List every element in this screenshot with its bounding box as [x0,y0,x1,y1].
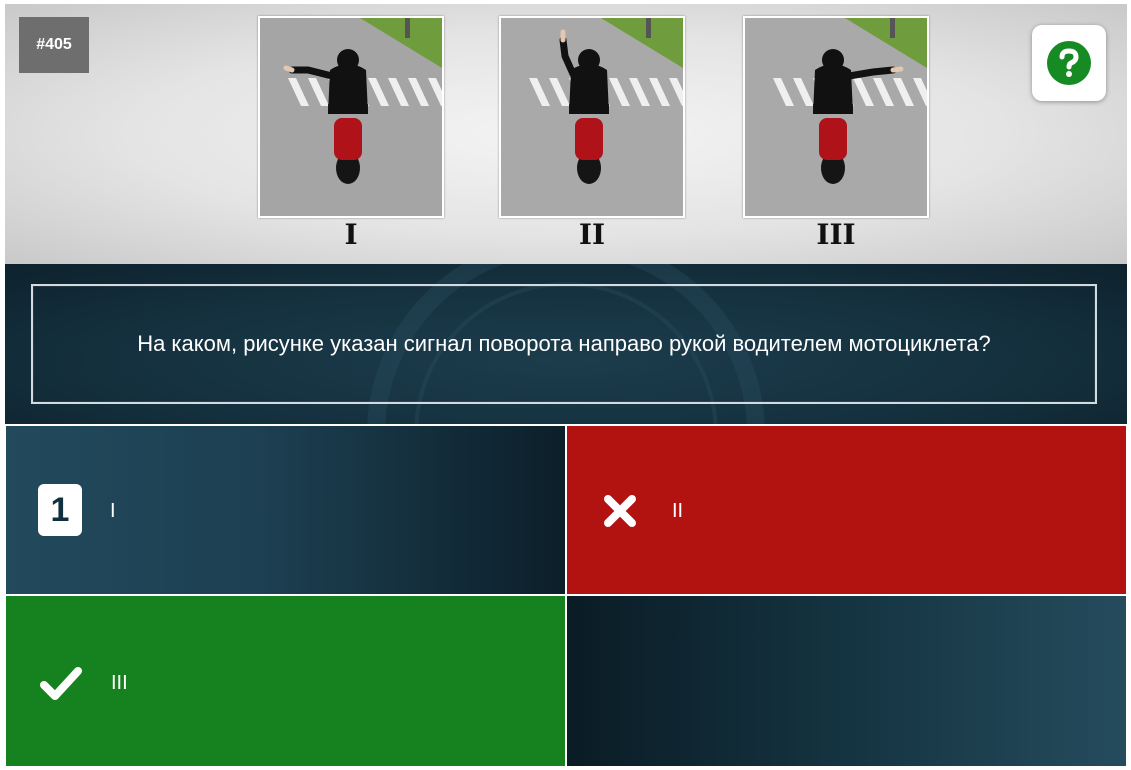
motorcycle-picture-1 [258,16,444,218]
quiz-screen: #405 I II III На каком, рисунке указан с… [0,0,1131,770]
question-icon [1047,41,1091,85]
answer-option-4[interactable] [567,596,1126,766]
motorcycle-picture-3 [743,16,929,218]
motorcycle-illustration [260,18,442,216]
question-image-banner: #405 I II III [5,4,1127,264]
answer-option-1[interactable]: 1 I [6,426,565,594]
picture-label-3: III [816,218,856,251]
motorcycle-illustration [501,18,683,216]
answer-option-2[interactable]: II [567,426,1126,594]
answer-label: I [110,500,116,522]
picture-label-2: II [578,218,606,251]
motorcycle-illustration [745,18,927,216]
question-number-badge: #405 [19,17,89,73]
help-button[interactable] [1032,25,1106,101]
picture-label-1: I [344,218,358,251]
answer-number-badge: 1 [38,484,82,536]
cross-icon [604,495,636,527]
answer-label: III [111,672,128,694]
answer-label: II [672,500,684,522]
answer-option-3[interactable]: III [6,596,565,766]
motorcycle-picture-2 [499,16,685,218]
question-text: На каком, рисунке указан сигнал поворота… [137,331,991,356]
question-box: На каком, рисунке указан сигнал поворота… [31,284,1097,404]
check-icon [40,667,82,700]
question-panel: На каком, рисунке указан сигнал поворота… [5,264,1127,424]
